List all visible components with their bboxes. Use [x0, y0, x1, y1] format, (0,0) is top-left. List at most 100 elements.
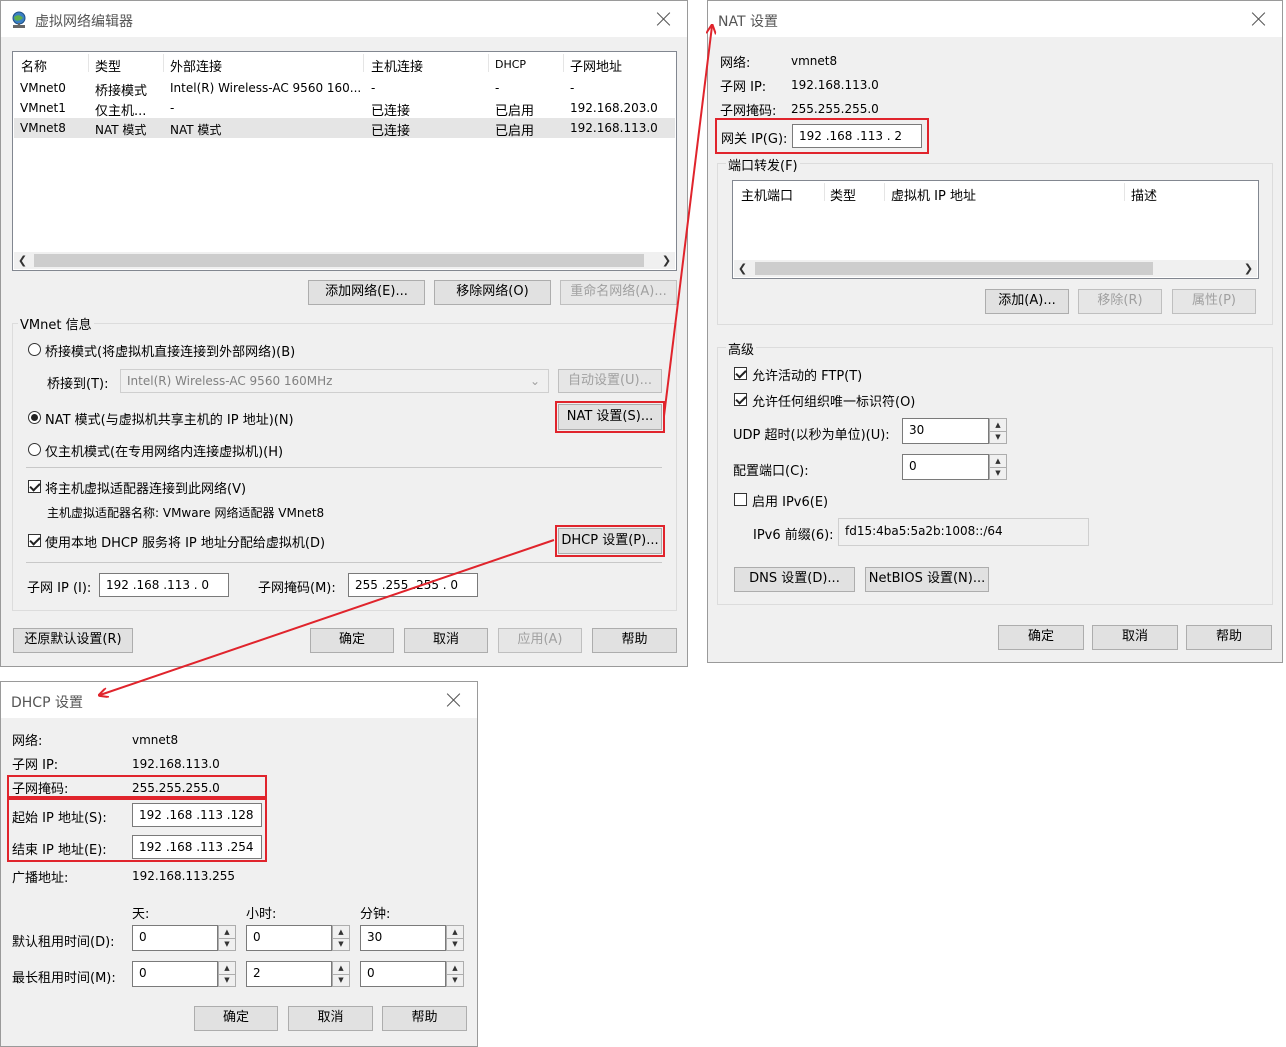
column-header-vm-ip[interactable]: 虚拟机 IP 地址: [891, 185, 976, 204]
bridged-to-select[interactable]: Intel(R) Wireless-AC 9560 160MHz ⌄: [120, 369, 549, 393]
default-lease-minutes-input[interactable]: 30: [360, 925, 446, 951]
start-ip-input[interactable]: 192 .168 .113 .128: [132, 803, 262, 827]
column-header-dhcp[interactable]: DHCP: [495, 58, 526, 71]
subnet-ip-label: 子网 IP (I):: [27, 581, 92, 596]
restore-defaults-button[interactable]: 还原默认设置(R): [13, 628, 133, 653]
add-network-button[interactable]: 添加网络(E)...: [308, 280, 425, 305]
scrollbar-thumb[interactable]: [755, 262, 1153, 275]
spin-down-icon[interactable]: ▼: [990, 431, 1006, 443]
bridged-mode-radio[interactable]: [28, 343, 41, 356]
max-lease-minutes-input[interactable]: 0: [360, 961, 446, 987]
rename-network-button[interactable]: 重命名网络(A)...: [560, 280, 677, 305]
column-header-name[interactable]: 名称: [21, 56, 47, 75]
table-row[interactable]: VMnet1 仅主机... - 已连接 已启用 192.168.203.0: [14, 98, 675, 119]
host-only-mode-radio[interactable]: [28, 443, 41, 456]
allow-ftp-checkbox[interactable]: [734, 367, 747, 380]
apply-button[interactable]: 应用(A): [498, 628, 582, 653]
default-lease-hours-spinner[interactable]: ▲ ▼: [332, 925, 350, 951]
default-lease-hours-input[interactable]: 0: [246, 925, 332, 951]
horizontal-scrollbar[interactable]: ❮ ❯: [734, 260, 1257, 277]
spin-down-icon[interactable]: ▼: [447, 938, 463, 950]
udp-timeout-input[interactable]: 30: [902, 418, 989, 444]
ok-button[interactable]: 确定: [310, 628, 394, 653]
vmnet-info-label: VMnet 信息: [18, 314, 94, 333]
spin-down-icon[interactable]: ▼: [990, 467, 1006, 479]
udp-timeout-spinner[interactable]: ▲ ▼: [989, 418, 1007, 444]
use-dhcp-checkbox[interactable]: [28, 534, 41, 547]
end-ip-input[interactable]: 192 .168 .113 .254: [132, 835, 262, 859]
horizontal-scrollbar[interactable]: ❮ ❯: [14, 252, 675, 269]
nat-mode-label[interactable]: NAT 模式(与虚拟机共享主机的 IP 地址)(N): [45, 409, 294, 428]
spin-down-icon[interactable]: ▼: [447, 974, 463, 986]
allow-oui-label[interactable]: 允许任何组织唯一标识符(O): [752, 391, 915, 410]
default-lease-days-input[interactable]: 0: [132, 925, 218, 951]
host-only-mode-label[interactable]: 仅主机模式(在专用网络内连接虚拟机)(H): [45, 441, 283, 460]
ipv6-prefix-input[interactable]: fd15:4ba5:5a2b:1008::/64: [838, 518, 1089, 546]
table-row[interactable]: VMnet0 桥接模式 Intel(R) Wireless-AC 9560 16…: [14, 78, 675, 99]
column-separator: [88, 54, 89, 72]
config-port-input[interactable]: 0: [902, 454, 989, 480]
dns-settings-button[interactable]: DNS 设置(D)...: [734, 567, 855, 592]
bridged-mode-label[interactable]: 桥接模式(将虚拟机直接连接到外部网络)(B): [45, 341, 295, 360]
spin-down-icon[interactable]: ▼: [219, 938, 235, 950]
properties-button[interactable]: 属性(P): [1172, 289, 1256, 314]
scrollbar-thumb[interactable]: [34, 254, 644, 267]
default-lease-days-spinner[interactable]: ▲ ▼: [218, 925, 236, 951]
netbios-settings-button[interactable]: NetBIOS 设置(N)...: [865, 567, 989, 592]
dhcp-settings-button[interactable]: DHCP 设置(P)...: [558, 528, 662, 554]
scroll-right-icon[interactable]: ❯: [658, 252, 675, 269]
scroll-left-icon[interactable]: ❮: [734, 260, 751, 277]
cancel-button[interactable]: 取消: [404, 628, 488, 653]
gateway-input[interactable]: 192 .168 .113 . 2: [792, 124, 922, 148]
ok-button[interactable]: 确定: [998, 625, 1084, 650]
close-icon[interactable]: [1250, 10, 1268, 28]
close-icon[interactable]: [445, 691, 463, 709]
max-lease-days-input[interactable]: 0: [132, 961, 218, 987]
column-header-type[interactable]: 类型: [830, 185, 856, 204]
allow-oui-checkbox[interactable]: [734, 393, 747, 406]
nat-mode-radio[interactable]: [28, 411, 41, 424]
help-button[interactable]: 帮助: [382, 1006, 467, 1031]
spin-down-icon[interactable]: ▼: [219, 974, 235, 986]
enable-ipv6-label[interactable]: 启用 IPv6(E): [752, 491, 828, 510]
port-forwarding-list[interactable]: 主机端口 类型 虚拟机 IP 地址 描述 ❮ ❯: [732, 180, 1259, 279]
column-header-host[interactable]: 主机连接: [371, 56, 423, 75]
max-lease-hours-input[interactable]: 2: [246, 961, 332, 987]
connect-adapter-label[interactable]: 将主机虚拟适配器连接到此网络(V): [45, 478, 246, 497]
column-header-external[interactable]: 外部连接: [170, 56, 222, 75]
subnet-ip-input[interactable]: 192 .168 .113 . 0: [99, 573, 229, 597]
allow-ftp-label[interactable]: 允许活动的 FTP(T): [752, 365, 862, 384]
max-lease-hours-spinner[interactable]: ▲ ▼: [332, 961, 350, 987]
add-button[interactable]: 添加(A)...: [985, 289, 1069, 314]
bridged-to-value: Intel(R) Wireless-AC 9560 160MHz: [127, 374, 333, 388]
config-port-spinner[interactable]: ▲ ▼: [989, 454, 1007, 480]
help-button[interactable]: 帮助: [1186, 625, 1272, 650]
default-lease-minutes-spinner[interactable]: ▲ ▼: [446, 925, 464, 951]
max-lease-days-spinner[interactable]: ▲ ▼: [218, 961, 236, 987]
cancel-button[interactable]: 取消: [288, 1006, 373, 1031]
subnet-mask-input[interactable]: 255 .255 .255 . 0: [348, 573, 478, 597]
network-list[interactable]: 名称 类型 外部连接 主机连接 DHCP 子网地址 VMnet0 桥接模式 In…: [12, 51, 677, 271]
column-header-host-port[interactable]: 主机端口: [741, 185, 793, 204]
auto-settings-button[interactable]: 自动设置(U)...: [558, 369, 662, 393]
column-header-subnet[interactable]: 子网地址: [570, 56, 622, 75]
help-button[interactable]: 帮助: [592, 628, 677, 653]
cancel-button[interactable]: 取消: [1092, 625, 1178, 650]
spin-down-icon[interactable]: ▼: [333, 938, 349, 950]
remove-network-button[interactable]: 移除网络(O): [434, 280, 551, 305]
scroll-right-icon[interactable]: ❯: [1240, 260, 1257, 277]
table-row-selected[interactable]: VMnet8 NAT 模式 NAT 模式 已连接 已启用 192.168.113…: [14, 118, 675, 139]
column-header-description[interactable]: 描述: [1131, 185, 1157, 204]
nat-settings-button[interactable]: NAT 设置(S)...: [558, 404, 662, 430]
scroll-left-icon[interactable]: ❮: [14, 252, 31, 269]
network-globe-icon: [12, 11, 26, 28]
enable-ipv6-checkbox[interactable]: [734, 493, 747, 506]
spin-down-icon[interactable]: ▼: [333, 974, 349, 986]
use-dhcp-label[interactable]: 使用本地 DHCP 服务将 IP 地址分配给虚拟机(D): [45, 532, 325, 551]
close-icon[interactable]: [655, 10, 673, 28]
column-header-type[interactable]: 类型: [95, 56, 121, 75]
ok-button[interactable]: 确定: [194, 1006, 278, 1031]
max-lease-minutes-spinner[interactable]: ▲ ▼: [446, 961, 464, 987]
connect-adapter-checkbox[interactable]: [28, 480, 41, 493]
remove-button[interactable]: 移除(R): [1078, 289, 1162, 314]
